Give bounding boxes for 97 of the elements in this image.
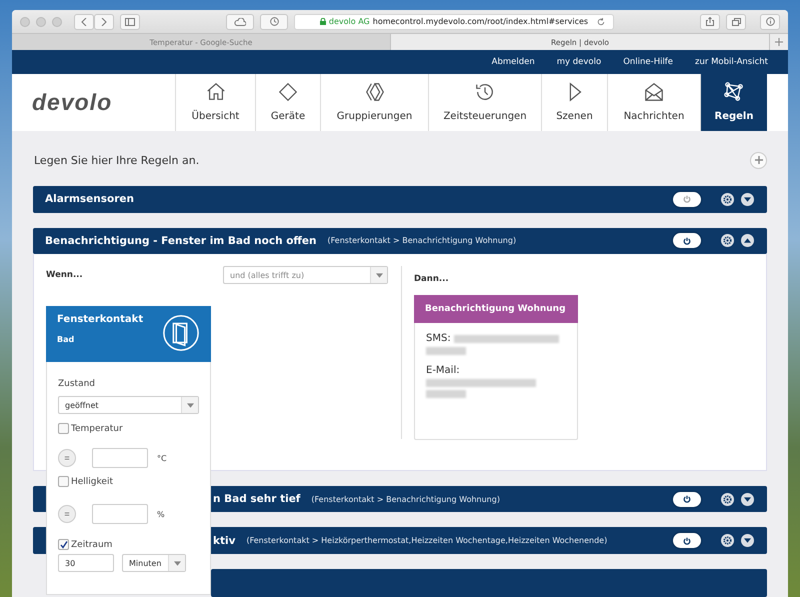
unit-label: °C [157,454,167,463]
operator-button[interactable]: = [58,449,76,468]
chevron-left-icon [81,18,87,26]
clock-icon [270,17,278,26]
period-input[interactable]: 30 [58,554,114,572]
contact-label: E-Mail: [426,365,460,376]
tabs-icon [732,18,740,26]
caret-down-icon [744,496,751,502]
house-icon [204,81,226,103]
nav-tab[interactable]: Regeln [700,74,767,131]
caret-down-icon [186,402,194,408]
rule-title: n Bad sehr tief [213,493,300,506]
rule-detail: (Fensterkontakt > Benachrichtigung Wohnung) [311,494,500,504]
settings-button[interactable] [721,234,734,248]
contact-label: SMS: [426,333,451,344]
period-checkbox[interactable]: Zeitraum [58,539,199,550]
power-toggle[interactable] [673,492,701,507]
trigger-title: Fensterkontakt [57,314,144,326]
logo[interactable]: devolo [12,74,175,131]
expand-button[interactable] [741,192,754,206]
power-icon [683,236,691,245]
caret-down-icon [376,272,382,278]
top-link[interactable]: Online-Hilfe [623,57,674,67]
action-title: Benachrichtigung Wohnung [414,295,578,324]
expand-button[interactable] [741,234,754,248]
tabs-button[interactable] [726,14,746,30]
reader-button[interactable] [760,14,780,30]
cloud-button[interactable] [226,14,254,30]
when-label: Wenn... [46,270,83,280]
rule-title: Alarmsensoren [45,193,134,206]
back-button[interactable] [74,14,94,30]
condition-checkbox[interactable]: Helligkeit [58,476,199,488]
chevrons-icon [364,81,386,103]
power-toggle[interactable] [673,192,701,207]
top-link[interactable]: Abmelden [492,57,535,67]
value-input[interactable] [92,504,148,524]
sidebar-button[interactable] [120,14,140,30]
power-icon [683,495,691,504]
rule-header-bar[interactable]: Benachrichtigung - Fenster im Bad noch offen (Fensterkontakt > Benachrichtigung Wohnung) [33,228,767,254]
value-input[interactable] [92,448,148,468]
redacted-block [426,390,466,398]
state-select[interactable]: geöffnet [58,396,199,414]
add-button[interactable] [750,152,767,169]
lock-icon [320,18,326,25]
address-field[interactable]: devolo AG homecontrol.mydevolo.com/root/index.html#services [294,14,614,30]
rule-header-bar[interactable]: Alarmsensoren [33,186,767,213]
power-toggle[interactable] [673,533,701,548]
new-tab-button[interactable] [770,34,788,50]
redacted-block [426,347,466,356]
sidebar-icon [125,18,135,26]
expand-button[interactable] [741,534,754,548]
intro-text: Legen Sie hier Ihre Regeln an. [34,154,200,167]
envelope-icon [643,81,665,103]
period-unit-select[interactable]: Minuten [122,554,186,572]
condition-checkbox[interactable]: Temperatur [58,423,199,434]
share-icon [706,17,714,26]
caret-up-icon [744,238,751,244]
trigger-room: Bad [57,335,76,344]
settings-icon [723,194,732,204]
chevron-right-icon [101,18,107,26]
settings-button[interactable] [721,492,734,506]
plus-icon [754,156,762,164]
settings-icon [723,494,732,504]
then-label: Dann... [414,274,449,284]
rule-title: Benachrichtigung - Fenster im Bad noch offen [45,234,317,247]
caret-down-icon [744,196,751,202]
reload-icon[interactable] [597,18,605,26]
diamond-icon [277,81,299,103]
rule-detail: (Fensterkontakt > Heizkörperthermostat,Heizzeiten Wochentage,Heizzeiten Wochenende) [246,536,608,546]
plus-icon [775,38,783,46]
top-link[interactable]: my devolo [556,57,602,67]
cloud-icon [234,18,246,26]
power-toggle[interactable] [673,233,701,248]
settings-icon [723,236,732,246]
checkmark-icon [60,540,68,549]
caret-down-icon [744,538,751,544]
expand-button[interactable] [741,492,754,506]
settings-button[interactable] [721,534,734,548]
forward-button[interactable] [94,14,114,30]
rule-detail: (Fensterkontakt > Benachrichtigung Wohnung) [328,236,516,246]
unit-label: % [157,510,165,519]
caret-down-icon [174,560,180,566]
combine-select[interactable]: und (alles trifft zu) [223,266,388,284]
power-icon [683,195,691,204]
history-button[interactable] [260,14,288,30]
clock-icon [474,81,496,103]
settings-icon [723,536,732,546]
operator-button[interactable]: = [58,505,76,524]
rule-title: ktiv [213,534,236,547]
settings-button[interactable] [721,192,734,206]
info-icon [766,17,774,26]
door-icon [162,314,200,352]
power-icon [683,536,691,545]
state-label: Zustand [58,379,96,390]
top-link[interactable]: zur Mobil-Ansicht [695,57,768,67]
share-button[interactable] [700,14,720,30]
network-icon [723,81,745,103]
